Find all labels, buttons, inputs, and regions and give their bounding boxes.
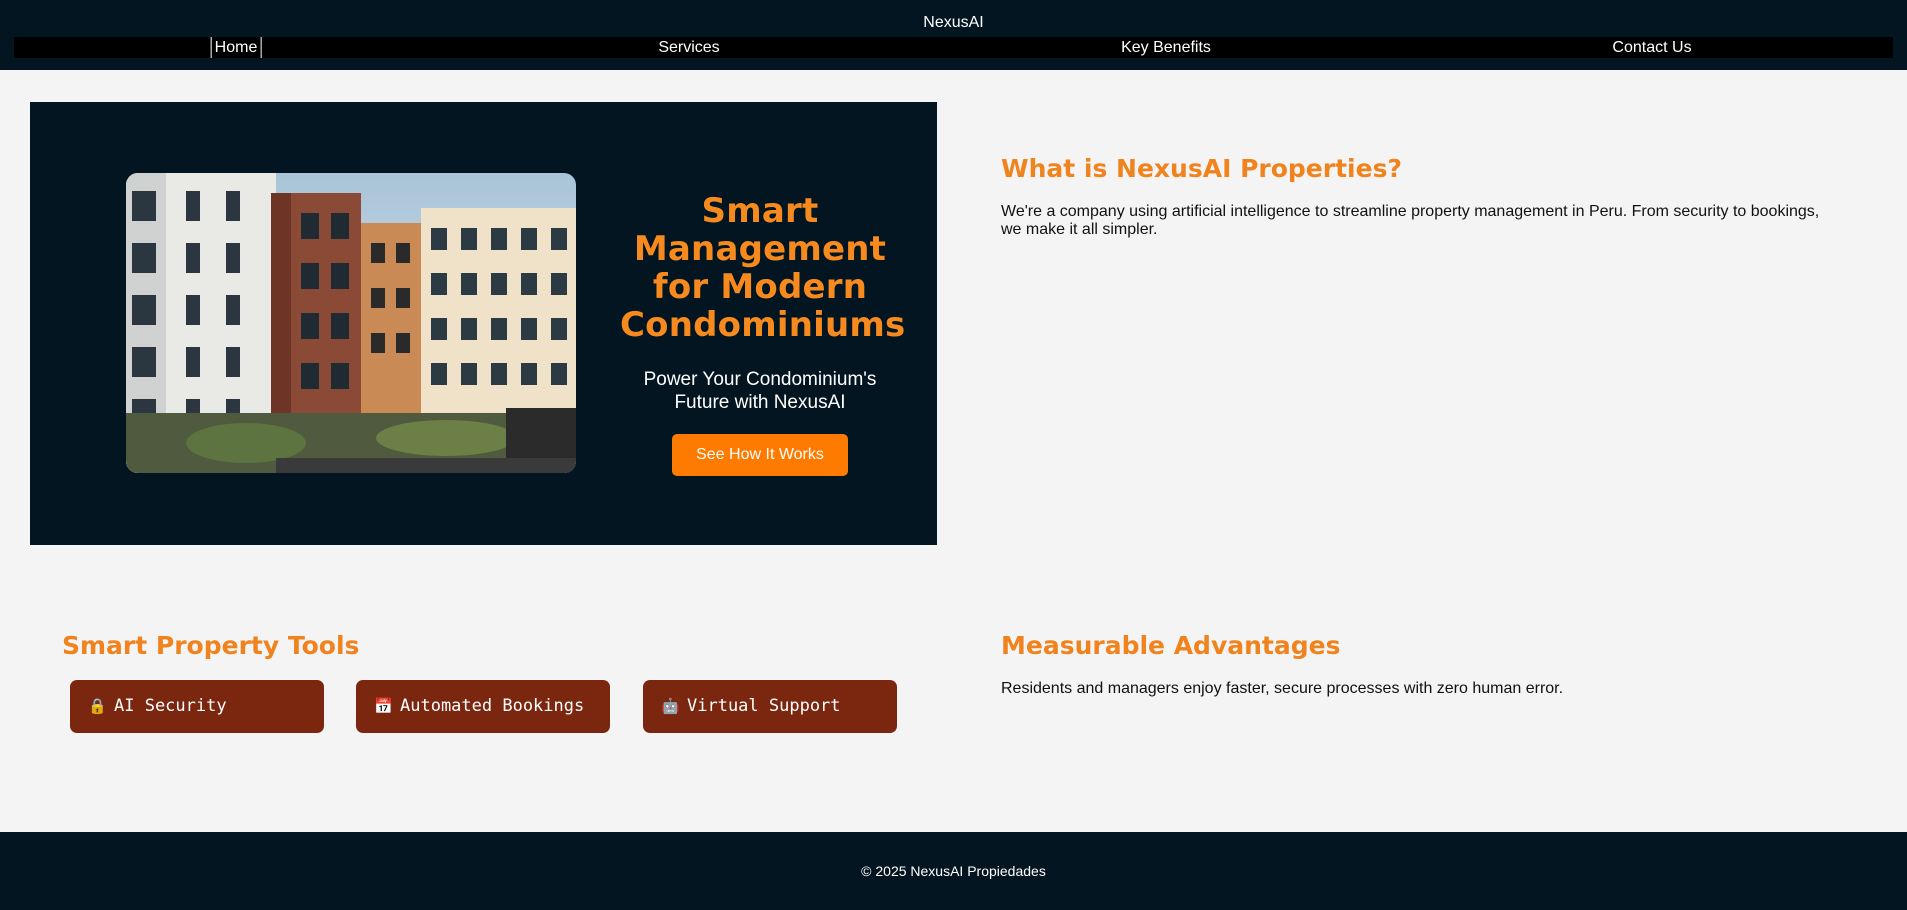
- copyright-text: © 2025 NexusAI Propiedades: [861, 863, 1046, 879]
- tools-title: Smart Property Tools: [62, 631, 360, 660]
- about-section: What is NexusAI Properties? We're a comp…: [1001, 154, 1831, 255]
- nav-services[interactable]: Services: [658, 37, 719, 58]
- site-header: NexusAI Home Services Key Benefits Conta…: [0, 0, 1907, 70]
- see-how-it-works-button[interactable]: See How It Works: [672, 434, 848, 476]
- nav-contact-us[interactable]: Contact Us: [1612, 37, 1691, 58]
- main-nav: Home Services Key Benefits Contact Us: [14, 37, 1893, 58]
- advantages-section: Measurable Advantages Residents and mana…: [1001, 631, 1831, 714]
- hero-image: [126, 173, 576, 473]
- tool-label: AI Security: [114, 696, 227, 716]
- hero-section: Smart Management for Modern Condominiums…: [30, 102, 937, 545]
- hero-subtitle: Power Your Condominium's Future with Nex…: [643, 369, 877, 413]
- calendar-icon: 📅: [374, 697, 393, 715]
- about-text: We're a company using artificial intelli…: [1001, 203, 1820, 238]
- advantages-title: Measurable Advantages: [1001, 631, 1341, 660]
- tool-automated-bookings[interactable]: 📅 Automated Bookings: [356, 680, 610, 733]
- brand-logo[interactable]: NexusAI: [0, 14, 1907, 32]
- site-footer: © 2025 NexusAI Propiedades: [0, 832, 1907, 910]
- nav-home[interactable]: Home: [210, 37, 262, 58]
- lock-icon: 🔒: [88, 697, 107, 715]
- hero-text-block: Smart Management for Modern Condominiums…: [620, 191, 906, 476]
- tool-label: Automated Bookings: [400, 696, 585, 716]
- advantages-text: Residents and managers enjoy faster, sec…: [1001, 680, 1564, 697]
- tool-label: Virtual Support: [687, 696, 841, 716]
- tools-section: Smart Property Tools 🔒 AI Security 📅 Autom…: [62, 631, 922, 735]
- about-title: What is NexusAI Properties?: [1001, 154, 1402, 183]
- tool-virtual-support[interactable]: 🤖 Virtual Support: [643, 680, 897, 733]
- robot-icon: 🤖: [661, 697, 680, 715]
- tool-ai-security[interactable]: 🔒 AI Security: [70, 680, 324, 733]
- tool-list: 🔒 AI Security 📅 Automated Bookings 🤖 Virtua…: [62, 680, 922, 735]
- hero-title: Smart Management for Modern Condominiums: [620, 191, 906, 345]
- nav-key-benefits[interactable]: Key Benefits: [1121, 37, 1211, 58]
